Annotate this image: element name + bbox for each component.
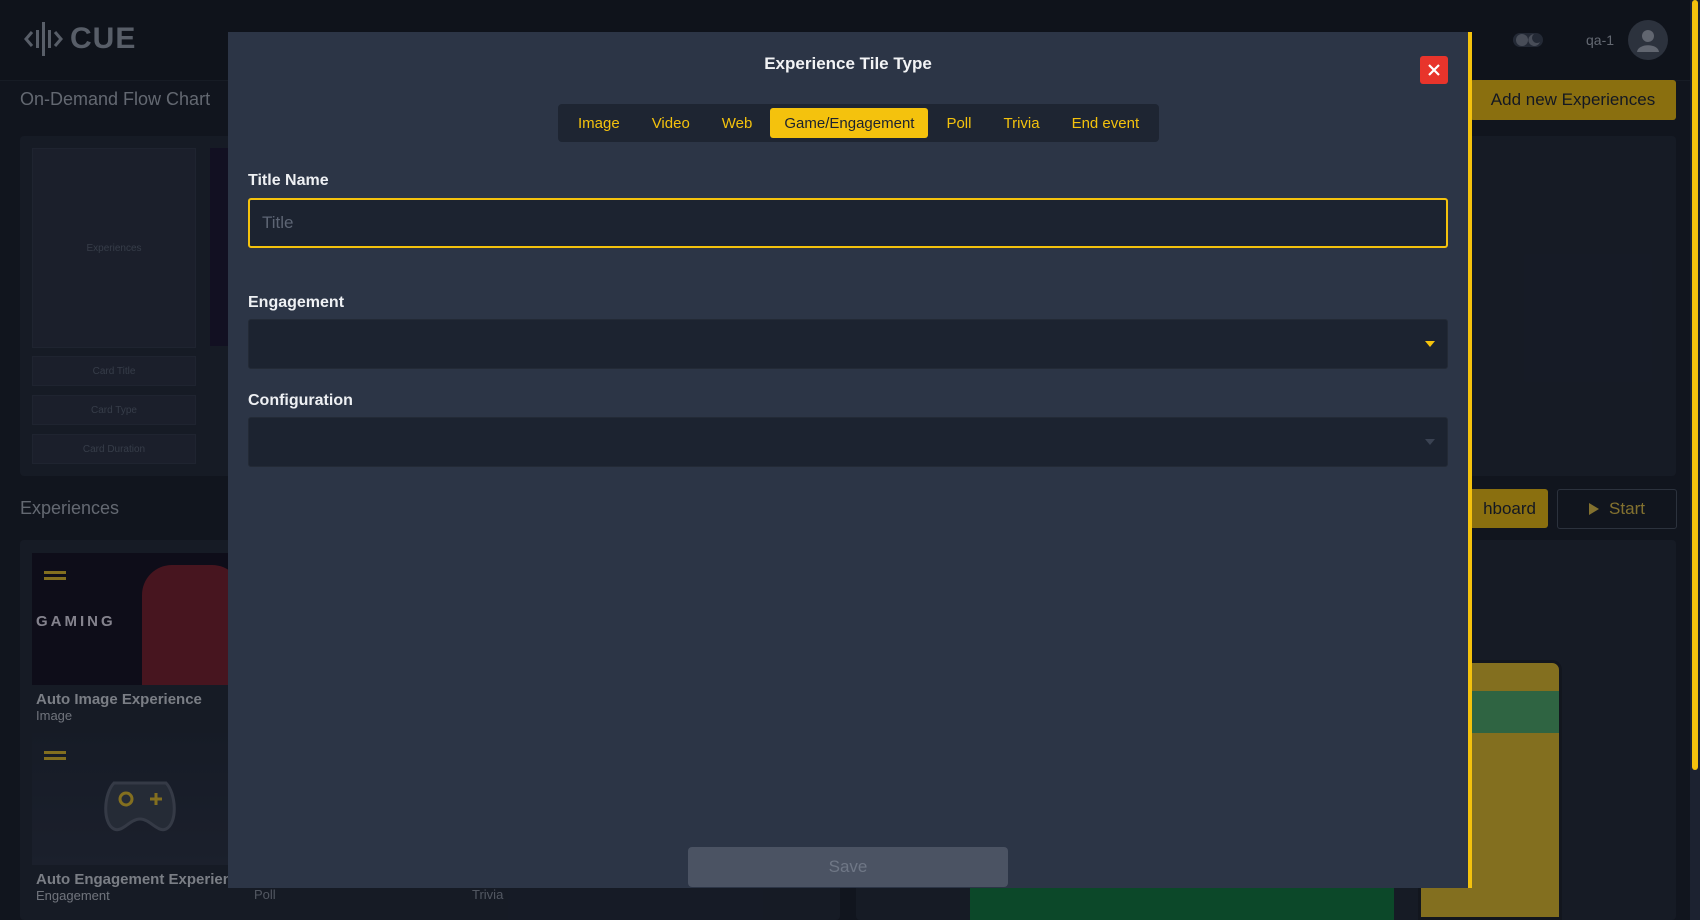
title-name-label: Title Name [248, 172, 329, 189]
tab-end-event[interactable]: End event [1058, 108, 1154, 138]
save-button[interactable]: Save [688, 847, 1008, 887]
title-input[interactable] [248, 198, 1448, 248]
scrollbar-thumb[interactable] [1692, 0, 1698, 770]
close-icon [1428, 64, 1440, 76]
tile-type-tabs: Image Video Web Game/Engagement Poll Tri… [558, 104, 1160, 142]
close-button[interactable] [1420, 56, 1448, 84]
tab-poll[interactable]: Poll [932, 108, 985, 138]
tab-video[interactable]: Video [638, 108, 704, 138]
tab-web[interactable]: Web [708, 108, 767, 138]
chevron-down-icon [1425, 439, 1435, 445]
page-scrollbar[interactable] [1690, 0, 1700, 920]
tab-trivia[interactable]: Trivia [989, 108, 1053, 138]
configuration-label: Configuration [248, 392, 353, 409]
engagement-select[interactable] [248, 319, 1448, 369]
tab-game-engagement[interactable]: Game/Engagement [770, 108, 929, 138]
tab-image[interactable]: Image [564, 108, 634, 138]
experience-tile-type-dialog: Experience Tile Type Image Video Web Gam… [228, 32, 1472, 888]
dialog-title: Experience Tile Type [764, 54, 932, 73]
chevron-down-icon [1425, 341, 1435, 347]
configuration-select[interactable] [248, 417, 1448, 467]
engagement-label: Engagement [248, 294, 345, 311]
